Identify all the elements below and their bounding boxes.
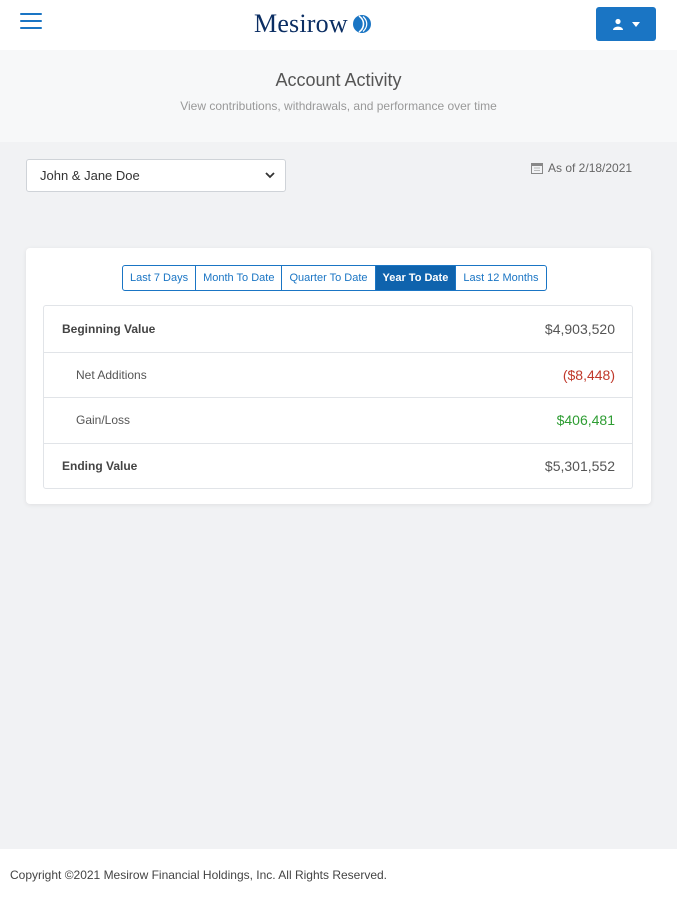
- user-menu-button[interactable]: [596, 7, 656, 41]
- hamburger-menu-icon[interactable]: [20, 13, 42, 31]
- page-header: Account Activity View contributions, wit…: [0, 50, 677, 142]
- table-row: Net Additions ($8,448): [44, 351, 632, 398]
- account-select-value: John & Jane Doe: [40, 168, 140, 183]
- hamburger-line: [20, 20, 42, 22]
- beginning-value-label: Beginning Value: [62, 321, 156, 336]
- activity-summary-table: Beginning Value $4,903,520 Net Additions…: [43, 305, 633, 489]
- tab-year-to-date[interactable]: Year To Date: [374, 265, 457, 291]
- gain-loss-amount: $406,481: [556, 412, 615, 429]
- tab-month-to-date[interactable]: Month To Date: [195, 265, 283, 291]
- hamburger-line: [20, 13, 42, 15]
- top-nav-bar: Mesirow: [0, 0, 677, 50]
- tab-quarter-to-date[interactable]: Quarter To Date: [281, 265, 376, 291]
- hamburger-line: [20, 27, 42, 29]
- period-tabs: Last 7 Days Month To Date Quarter To Dat…: [122, 265, 547, 291]
- caret-down-icon: [632, 21, 640, 27]
- ending-value-label: Ending Value: [62, 458, 138, 473]
- net-additions-amount: ($8,448): [562, 366, 615, 383]
- logo-mark-icon: [352, 15, 371, 33]
- as-of-date: As of 2/18/2021: [531, 161, 632, 175]
- calendar-icon: [531, 163, 543, 174]
- tab-last-12-months[interactable]: Last 12 Months: [455, 265, 547, 291]
- table-row: Gain/Loss $406,481: [44, 397, 632, 443]
- logo-text: Mesirow: [254, 9, 348, 38]
- footer: Copyright ©2021 Mesirow Financial Holdin…: [0, 849, 677, 900]
- table-row: Ending Value $5,301,552: [44, 442, 632, 489]
- beginning-value-amount: $4,903,520: [544, 320, 615, 337]
- as-of-text: As of 2/18/2021: [548, 161, 633, 175]
- net-additions-label: Net Additions: [76, 367, 147, 382]
- mesirow-logo[interactable]: Mesirow: [254, 8, 372, 40]
- tab-last-7-days[interactable]: Last 7 Days: [122, 265, 197, 291]
- user-icon: [613, 18, 623, 30]
- copyright-text: Copyright ©2021 Mesirow Financial Holdin…: [10, 867, 388, 882]
- activity-card: Last 7 Days Month To Date Quarter To Dat…: [26, 248, 651, 504]
- account-select[interactable]: John & Jane Doe: [26, 159, 286, 192]
- page-title: Account Activity: [275, 70, 402, 90]
- table-row: Beginning Value $4,903,520: [44, 306, 632, 352]
- ending-value-amount: $5,301,552: [544, 457, 615, 474]
- page-subtitle: View contributions, withdrawals, and per…: [180, 99, 497, 113]
- gain-loss-label: Gain/Loss: [76, 413, 131, 428]
- chevron-down-icon: [265, 172, 275, 179]
